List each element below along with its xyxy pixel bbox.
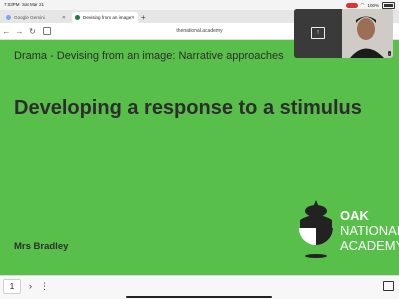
- oak-favicon-icon: [75, 15, 80, 20]
- slides-view-icon[interactable]: [383, 281, 394, 291]
- gemini-icon: [6, 15, 11, 20]
- tab-label: Google Gemini: [14, 15, 45, 20]
- next-arrow-icon[interactable]: ›: [29, 281, 32, 291]
- pip-controls: ↑: [294, 9, 342, 58]
- teacher-name: Mrs Bradley: [14, 241, 69, 252]
- wifi-icon: ◠: [360, 2, 365, 7]
- logo-line-1: OAK: [340, 208, 369, 223]
- home-indicator-bar: [0, 295, 399, 299]
- battery-icon: [382, 1, 395, 9]
- bottom-toolbar: 1 › ⋮: [0, 275, 399, 296]
- status-right: ◠ 100%: [345, 1, 395, 9]
- slide-subtitle: Drama - Devising from an image: Narrativ…: [14, 50, 284, 62]
- tab-devising[interactable]: Devising from an image ✕: [72, 12, 138, 23]
- webcam-video: [342, 9, 393, 58]
- slide-title: Developing a response to a stimulus: [14, 97, 362, 119]
- page-number-field[interactable]: 1: [3, 278, 21, 294]
- logo-line-2: NATIONAL: [340, 223, 399, 238]
- home-indicator[interactable]: [126, 296, 272, 298]
- recording-indicator: [345, 2, 358, 8]
- logo-line-3: ACADEMY: [340, 238, 399, 253]
- status-time: 7:03PM Sat Mar 21: [4, 2, 45, 7]
- close-icon[interactable]: ✕: [62, 15, 66, 21]
- pip-badge: •: [387, 51, 391, 56]
- tab-label: Devising from an image: [83, 15, 132, 20]
- tab-google-gemini[interactable]: Google Gemini ✕: [3, 12, 69, 23]
- battery-percent: 100%: [367, 2, 379, 8]
- restore-icon[interactable]: ↑: [311, 27, 325, 39]
- presentation-slide: Drama - Devising from an image: Narrativ…: [0, 40, 399, 275]
- close-icon[interactable]: ✕: [131, 15, 135, 21]
- oak-logo-text: OAK NATIONAL ACADEMY: [340, 208, 399, 253]
- acorn-logo-icon: [299, 200, 333, 258]
- person-icon: [342, 9, 393, 58]
- more-options-icon[interactable]: ⋮: [40, 281, 49, 292]
- new-tab-button[interactable]: +: [141, 12, 146, 23]
- picture-in-picture-window[interactable]: ↑ •: [294, 9, 393, 58]
